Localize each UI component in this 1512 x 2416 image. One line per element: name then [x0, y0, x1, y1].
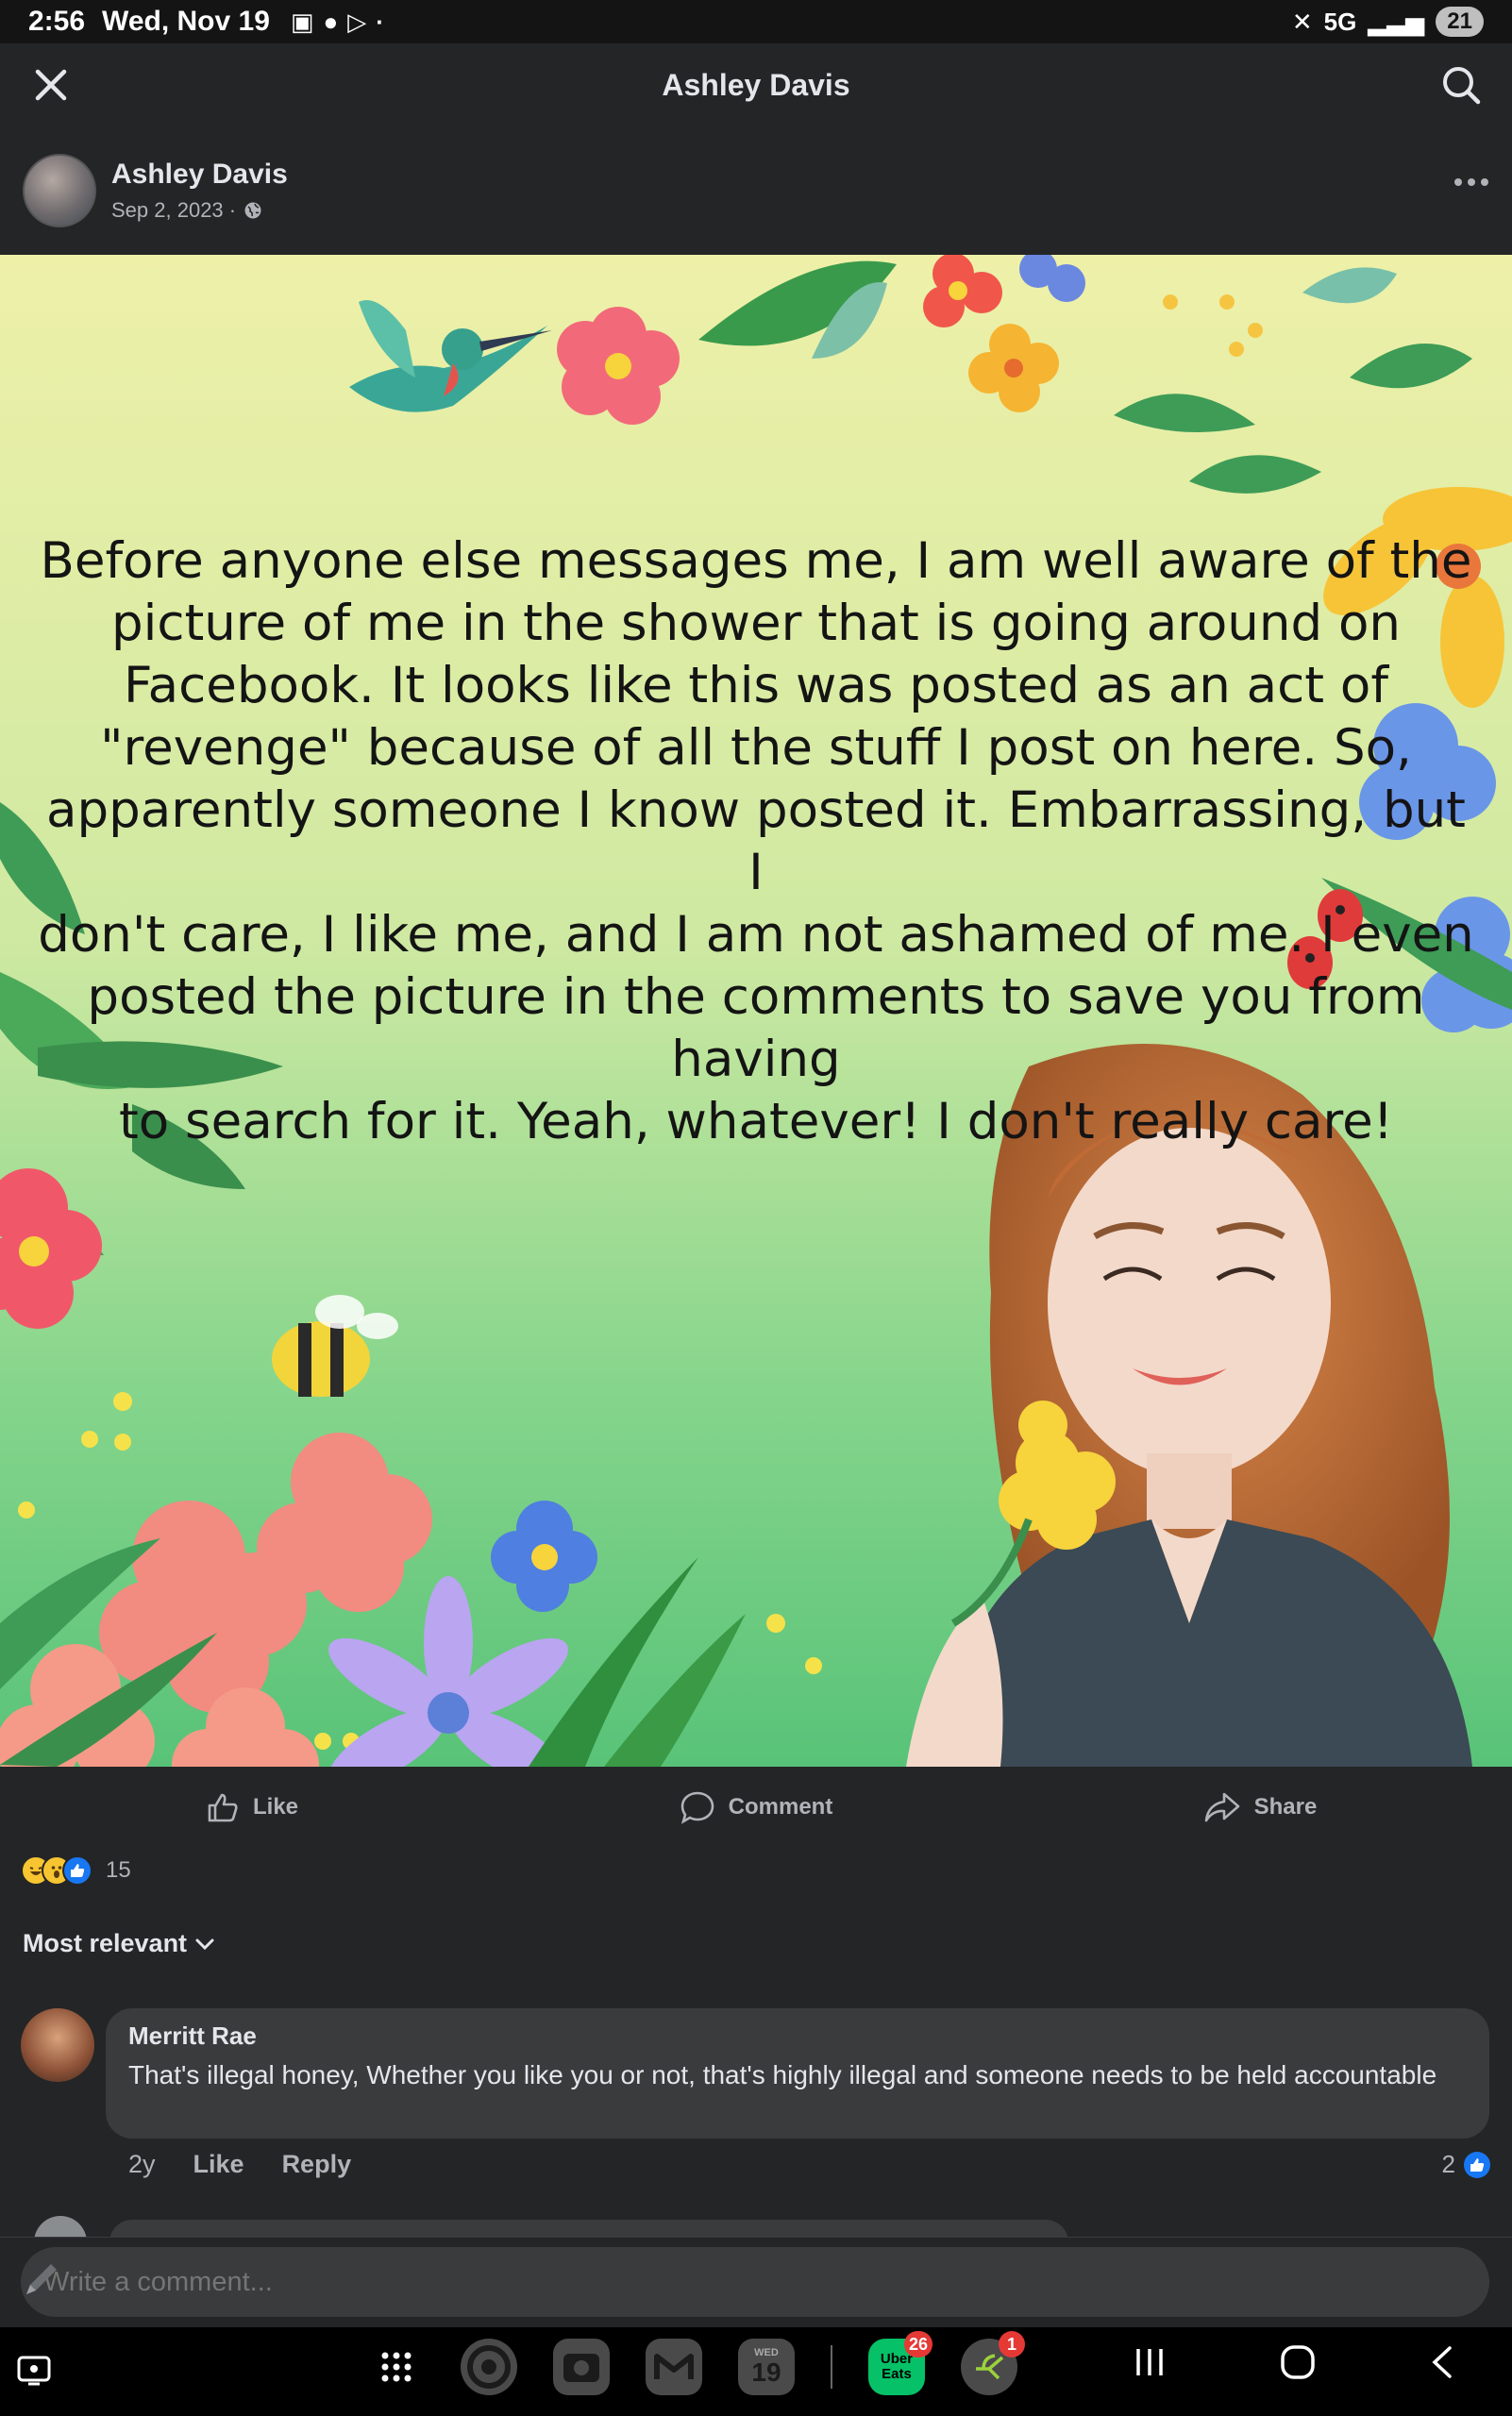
- camera-app-icon[interactable]: [553, 2339, 610, 2395]
- comment-composer: [0, 2237, 1512, 2327]
- app-drawer-icon[interactable]: [368, 2339, 425, 2395]
- calendar-app-icon[interactable]: WED 19: [738, 2339, 795, 2395]
- comment-button[interactable]: Comment: [504, 1789, 1008, 1825]
- post-image-text: Before anyone else messages me, I am wel…: [38, 530, 1474, 1153]
- share-button[interactable]: Share: [1008, 1790, 1512, 1824]
- comment-text: That's illegal honey, Whether you like y…: [128, 2060, 1437, 2089]
- post-text-line: "revenge" because of all the stuff I pos…: [100, 719, 1412, 777]
- comment-like-button[interactable]: Like: [193, 2150, 244, 2179]
- share-icon: [1204, 1792, 1239, 1822]
- mute-icon: ✕: [1291, 7, 1313, 36]
- more-icon: [1454, 178, 1488, 186]
- network-label: 5G: [1323, 7, 1357, 36]
- commenter-avatar[interactable]: [21, 2008, 94, 2082]
- sort-label: Most relevant: [23, 1929, 188, 1957]
- header-bar: Ashley Davis: [0, 43, 1512, 126]
- status-right: ✕ 5G ▂▃▅ 21: [1292, 7, 1484, 37]
- recent-apps-drawer-icon[interactable]: [15, 2352, 53, 2390]
- plant-app-icon[interactable]: 1: [961, 2331, 1025, 2395]
- comment-icon: [680, 1791, 714, 1824]
- uber-eats-app-icon[interactable]: Uber Eats 26: [868, 2331, 932, 2395]
- post-text-line: don't care, I like me, and I am not asha…: [38, 906, 1474, 964]
- plant-app-badge: 1: [999, 2331, 1025, 2357]
- comment-like-count[interactable]: 2: [1442, 2150, 1491, 2179]
- chrome-app-icon[interactable]: [461, 2339, 517, 2395]
- post-text-line: apparently someone I know posted it. Emb…: [46, 781, 1466, 901]
- comment-label: Comment: [728, 1794, 833, 1820]
- gmail-app-icon[interactable]: [646, 2339, 702, 2395]
- signal-icon: ▂▃▅: [1368, 7, 1425, 36]
- status-time: 2:56: [28, 6, 86, 37]
- comment-sort-dropdown[interactable]: Most relevant: [23, 1929, 215, 1958]
- status-bar: 2:56 Wed, Nov 19 ▣ ● ▷ · ✕ 5G ▂▃▅ 21: [0, 0, 1512, 43]
- author-avatar[interactable]: [23, 154, 96, 227]
- reactions-summary[interactable]: 15: [21, 1855, 131, 1886]
- post-header: Ashley Davis Sep 2, 2023 ·: [0, 126, 1512, 255]
- dot-icon: ·: [376, 7, 384, 36]
- more-options-button[interactable]: [1453, 159, 1489, 195]
- bag-icon: ●: [323, 7, 339, 36]
- post-text-line: posted the picture in the comments to sa…: [87, 968, 1425, 1088]
- post-text-line: to search for it. Yeah, whatever! I don'…: [118, 1093, 1394, 1150]
- notification-icons: ▣ ● ▷ ·: [291, 8, 384, 37]
- pencil-icon: [26, 2264, 57, 2294]
- comment-reply-button[interactable]: Reply: [282, 2150, 352, 2179]
- next-comment-bubble: [109, 2220, 1068, 2237]
- commenter-name[interactable]: Merritt Rae: [128, 2022, 1467, 2051]
- back-icon[interactable]: [1429, 2345, 1455, 2379]
- author-block: Ashley Davis Sep 2, 2023 ·: [111, 159, 288, 223]
- like-reaction-icon: [1464, 2151, 1490, 2178]
- comment-age: 2y: [128, 2150, 156, 2178]
- uber-eats-badge: 26: [903, 2331, 932, 2357]
- next-commenter-avatar: [34, 2216, 87, 2237]
- chevron-down-icon: [195, 1938, 214, 1950]
- post-text-line: Before anyone else messages me, I am wel…: [40, 532, 1472, 590]
- system-buttons: [1133, 2344, 1455, 2380]
- screen: 2:56 Wed, Nov 19 ▣ ● ▷ · ✕ 5G ▂▃▅ 21 Ash…: [0, 0, 1512, 2416]
- search-icon: [1443, 67, 1481, 105]
- app-dock: WED 19 Uber Eats 26 1: [368, 2331, 1025, 2395]
- share-label: Share: [1253, 1794, 1318, 1820]
- post-date[interactable]: Sep 2, 2023 ·: [111, 198, 236, 223]
- post-actions: Like Comment Share: [0, 1767, 1512, 1848]
- reaction-icons: [21, 1855, 92, 1886]
- next-comment-peek: [23, 2216, 1070, 2237]
- comment-likes-number: 2: [1441, 2150, 1455, 2178]
- dock-separator: [831, 2345, 832, 2389]
- post-image[interactable]: Before anyone else messages me, I am wel…: [0, 255, 1512, 1767]
- status-date: Wed, Nov 19: [102, 6, 270, 37]
- system-navigation-bar: WED 19 Uber Eats 26 1: [0, 2327, 1512, 2416]
- post-text-line: Facebook. It looks like this was posted …: [123, 657, 1388, 714]
- search-button[interactable]: [1435, 59, 1487, 111]
- like-reaction-icon: [62, 1855, 92, 1886]
- home-icon[interactable]: [1280, 2344, 1316, 2380]
- author-name[interactable]: Ashley Davis: [111, 159, 288, 191]
- like-label: Like: [252, 1794, 299, 1820]
- like-button[interactable]: Like: [0, 1790, 504, 1824]
- comment-bubble[interactable]: Merritt Rae That's illegal honey, Whethe…: [106, 2008, 1489, 2139]
- post-text-line: picture of me in the shower that is goin…: [111, 595, 1401, 652]
- page-title: Ashley Davis: [662, 67, 850, 102]
- battery-indicator: 21: [1436, 7, 1484, 37]
- globe-icon: [244, 202, 261, 219]
- close-button[interactable]: [25, 59, 77, 111]
- calendar-day: 19: [751, 2357, 781, 2387]
- screenshot-icon: ▣: [290, 7, 314, 36]
- comment-actions: 2y Like Reply: [128, 2150, 351, 2179]
- thumbs-up-icon: [208, 1793, 238, 1822]
- close-icon: [35, 69, 67, 101]
- write-comment-input[interactable]: [21, 2247, 1489, 2317]
- reaction-count: 15: [106, 1857, 131, 1883]
- recents-icon[interactable]: [1133, 2347, 1167, 2377]
- play-icon: ▷: [347, 7, 367, 36]
- post-meta: Sep 2, 2023 ·: [111, 198, 288, 223]
